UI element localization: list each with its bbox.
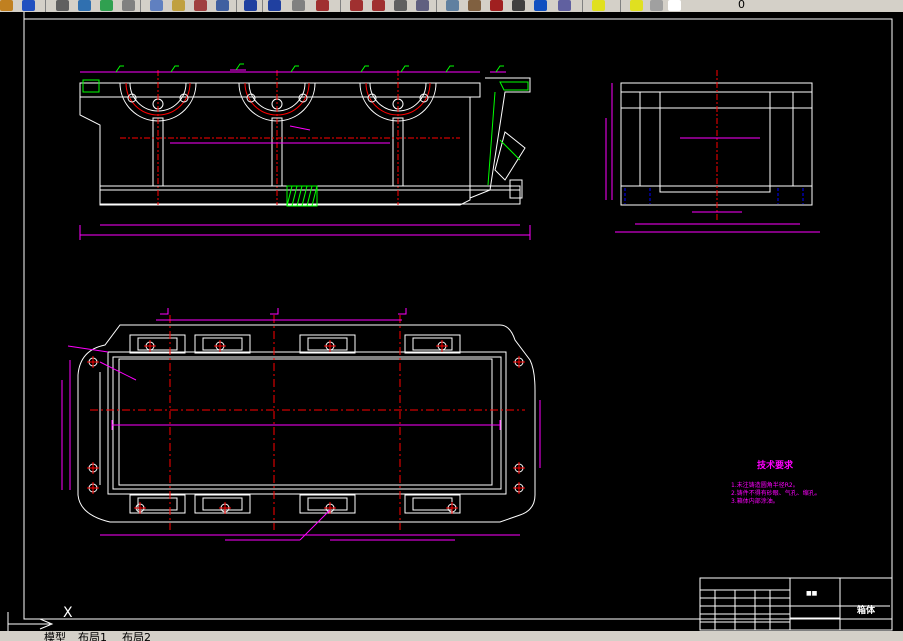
plan-boss-inner-2 xyxy=(307,337,348,351)
print-icon[interactable] xyxy=(56,0,69,11)
calculator-icon[interactable] xyxy=(512,0,525,11)
title-block-code: ■■ xyxy=(806,590,818,597)
publish-icon[interactable] xyxy=(100,0,113,11)
drain-hatch xyxy=(301,185,308,207)
undo-icon[interactable] xyxy=(244,0,257,11)
tech-requirement-3: 3.箱体内部涂油。 xyxy=(731,498,779,505)
layer-lock-icon[interactable] xyxy=(650,0,663,11)
tab-model[interactable]: 模型 xyxy=(44,631,66,641)
layer-color-icon[interactable] xyxy=(668,0,681,11)
toolbar-separator xyxy=(582,0,583,12)
oil-gauge-boss xyxy=(494,131,526,181)
right-flange-hatch xyxy=(499,81,529,91)
drain-hatch xyxy=(291,185,298,207)
roughness-symbol-3 xyxy=(290,65,299,73)
plan-boss-inner-1 xyxy=(202,337,243,351)
roughness-symbol-5 xyxy=(400,65,409,73)
roughness-symbol-4 xyxy=(360,65,369,73)
block-editor-icon[interactable] xyxy=(216,0,229,11)
properties-icon[interactable] xyxy=(394,0,407,11)
toolbar-separator xyxy=(620,0,621,12)
drain-hatch xyxy=(306,185,313,207)
plan-outer-flange xyxy=(77,324,536,523)
roughness-symbol-7 xyxy=(495,65,504,73)
toolbar-separator xyxy=(262,0,263,12)
side-inner-cavity xyxy=(659,91,771,193)
paste-icon[interactable] xyxy=(172,0,185,11)
plan-inner-wall-2 xyxy=(112,356,502,490)
new-icon[interactable] xyxy=(0,0,13,11)
layer-on-icon[interactable] xyxy=(592,0,605,11)
plan-inner-wall xyxy=(107,351,507,495)
title-block-part-name: 箱体 xyxy=(857,606,876,616)
preview-icon[interactable] xyxy=(78,0,91,11)
front-view-outline xyxy=(79,82,481,206)
right-wall-hatch xyxy=(487,91,496,186)
plan-section-mark-1 xyxy=(270,308,279,315)
roughness-symbol-2 xyxy=(235,63,244,71)
tab-layout2[interactable]: 布局2 xyxy=(122,631,151,641)
sheet-inner-border xyxy=(23,18,893,620)
zoom-window-icon[interactable] xyxy=(350,0,363,11)
copy-icon[interactable] xyxy=(150,0,163,11)
toolbar-separator xyxy=(140,0,141,12)
toolbar-separator xyxy=(45,0,46,12)
roughness-symbol-1 xyxy=(170,65,179,73)
ucs-x-label: X xyxy=(63,605,73,621)
tech-requirements-title: 技术要求 xyxy=(757,461,794,471)
markup-icon[interactable] xyxy=(490,0,503,11)
plan-section-mark-0 xyxy=(160,308,169,315)
left-flange-section xyxy=(82,79,100,93)
drawing-canvas[interactable] xyxy=(0,12,903,631)
plan-section-mark-2 xyxy=(398,308,407,315)
pan-icon[interactable] xyxy=(292,0,305,11)
layer-freeze-icon[interactable] xyxy=(630,0,643,11)
layers-icon[interactable] xyxy=(558,0,571,11)
redo-icon[interactable] xyxy=(268,0,281,11)
layout-tab-bar: 模型 布局1 布局2 xyxy=(0,631,903,641)
oil-gauge-hatch xyxy=(499,139,521,161)
cut-icon[interactable] xyxy=(122,0,135,11)
plan-boss-inner-3 xyxy=(412,337,453,351)
plan-boss-inner-0 xyxy=(137,337,178,351)
drain-hatch xyxy=(296,185,303,207)
leader-bolt-note xyxy=(289,125,311,131)
roughness-symbol-0 xyxy=(115,65,124,73)
sheetset-icon[interactable] xyxy=(468,0,481,11)
toolbar-separator xyxy=(436,0,437,12)
toolbar-separator xyxy=(236,0,237,12)
roughness-symbol-6 xyxy=(445,65,454,73)
zoom-realtime-icon[interactable] xyxy=(316,0,329,11)
designcenter-icon[interactable] xyxy=(416,0,429,11)
tab-layout1[interactable]: 布局1 xyxy=(78,631,107,641)
drain-hatch xyxy=(286,185,293,207)
drain-hatch xyxy=(311,185,318,207)
tool-palettes-icon[interactable] xyxy=(446,0,459,11)
plan-cavity xyxy=(118,358,493,486)
leader-plan-flange xyxy=(67,345,109,353)
toolbar-separator xyxy=(340,0,341,12)
leader-plan-hole xyxy=(99,361,137,381)
save-icon[interactable] xyxy=(22,0,35,11)
current-layer-value[interactable]: 0 xyxy=(738,0,745,11)
match-properties-icon[interactable] xyxy=(194,0,207,11)
help-icon[interactable] xyxy=(534,0,547,11)
zoom-previous-icon[interactable] xyxy=(372,0,385,11)
standard-toolbar: 0 xyxy=(0,0,903,12)
